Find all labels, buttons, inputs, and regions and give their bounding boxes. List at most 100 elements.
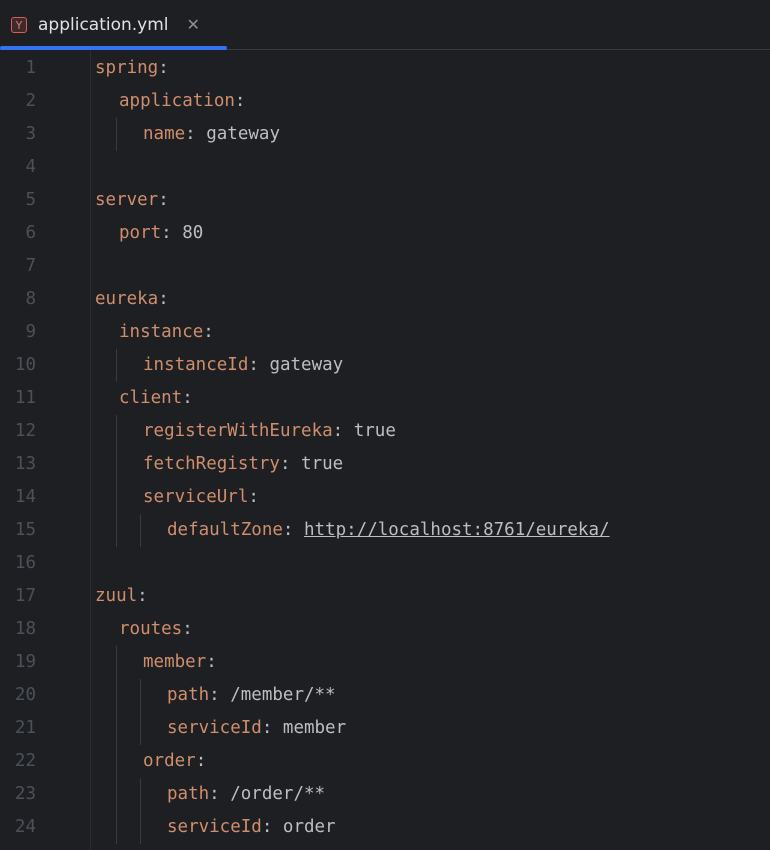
- yaml-key: path: [167, 685, 210, 705]
- yaml-value: /order/**: [230, 784, 326, 804]
- yaml-colon: :: [332, 421, 354, 441]
- code-text: routes:: [119, 613, 193, 646]
- line-number: 5: [25, 190, 36, 210]
- yaml-key: instance: [119, 322, 204, 342]
- code-line[interactable]: 6 port: 80: [0, 217, 770, 250]
- yaml-key: member: [143, 652, 207, 672]
- code-text: path: /order/**: [167, 778, 325, 811]
- yaml-value: member: [282, 718, 347, 738]
- yaml-colon: :: [261, 718, 283, 738]
- code-text: path: /member/**: [167, 679, 336, 712]
- line-number: 11: [14, 388, 36, 408]
- code-line[interactable]: 9 instance:: [0, 316, 770, 349]
- yaml-colon: :: [185, 124, 207, 144]
- yaml-value: gateway: [269, 355, 344, 375]
- yaml-key: registerWithEureka: [143, 421, 333, 441]
- yaml-key: port: [119, 223, 162, 243]
- line-number: 4: [25, 157, 36, 177]
- yaml-key: spring: [95, 58, 159, 78]
- code-editor[interactable]: 1 spring: 2 application: 3 name: gateway 4 5 ser…: [0, 50, 770, 850]
- yaml-key: serviceId: [167, 718, 262, 738]
- indent-guide: [140, 514, 141, 547]
- line-number: 14: [14, 487, 36, 507]
- line-number: 20: [14, 685, 36, 705]
- line-number: 1: [25, 58, 36, 78]
- close-icon[interactable]: ✕: [187, 15, 200, 34]
- yaml-file-icon: Y: [11, 16, 27, 33]
- tab-title: application.yml: [38, 14, 169, 35]
- yaml-value: order: [282, 817, 336, 837]
- yaml-colon: :: [279, 454, 302, 474]
- yaml-value: true: [301, 454, 344, 474]
- code-text: client:: [119, 382, 193, 415]
- line-number: 6: [25, 223, 36, 243]
- yaml-colon: :: [195, 751, 207, 771]
- yaml-key: serviceUrl: [143, 487, 249, 507]
- indent-guide: [140, 679, 141, 745]
- yaml-colon: :: [209, 784, 231, 804]
- yaml-key: order: [143, 751, 196, 771]
- yaml-key: name: [143, 124, 186, 144]
- indent-guide: [116, 118, 117, 151]
- yaml-key: serviceId: [167, 817, 262, 837]
- line-number: 13: [14, 454, 36, 474]
- code-line[interactable]: 17 zuul:: [0, 580, 770, 613]
- yaml-colon: :: [158, 289, 169, 309]
- line-number: 3: [25, 124, 36, 144]
- code-text: zuul:: [95, 580, 148, 613]
- code-line[interactable]: 1 spring:: [0, 52, 770, 85]
- line-number: 16: [14, 553, 36, 573]
- indent-guide: [116, 415, 117, 547]
- yaml-colon: :: [248, 355, 270, 375]
- code-line[interactable]: 11 client:: [0, 382, 770, 415]
- yaml-key: fetchRegistry: [143, 454, 280, 474]
- line-number: 22: [14, 751, 36, 771]
- code-text: serviceUrl:: [143, 481, 259, 514]
- line-number: 18: [14, 619, 36, 639]
- yaml-colon: :: [248, 487, 259, 507]
- yaml-key: server: [95, 190, 159, 210]
- yaml-colon: :: [203, 322, 214, 342]
- yaml-key: eureka: [95, 289, 159, 309]
- yaml-value: true: [353, 421, 396, 441]
- tab-application-yml[interactable]: Y application.yml ✕: [0, 0, 227, 50]
- code-text: fetchRegistry: true: [143, 448, 343, 481]
- yaml-colon: :: [206, 652, 217, 672]
- code-text: registerWithEureka: true: [143, 415, 396, 448]
- code-text: name: gateway: [143, 118, 280, 151]
- line-number: 24: [14, 817, 36, 837]
- code-line[interactable]: 8 eureka:: [0, 283, 770, 316]
- code-line[interactable]: 16: [0, 547, 770, 580]
- code-text: member:: [143, 646, 217, 679]
- code-line[interactable]: 7: [0, 250, 770, 283]
- line-number: 8: [25, 289, 36, 309]
- line-number: 15: [14, 520, 36, 540]
- code-line[interactable]: 5 server:: [0, 184, 770, 217]
- indent-guide: [140, 778, 141, 844]
- line-number: 10: [14, 355, 36, 375]
- line-number: 19: [14, 652, 36, 672]
- code-text: instance:: [119, 316, 214, 349]
- code-text: serviceId: member: [167, 712, 346, 745]
- code-line[interactable]: 18 routes:: [0, 613, 770, 646]
- yaml-colon: :: [161, 223, 183, 243]
- code-text: instanceId: gateway: [143, 349, 343, 382]
- yaml-value: 80: [182, 223, 204, 243]
- line-number: 23: [14, 784, 36, 804]
- code-line[interactable]: 2 application:: [0, 85, 770, 118]
- yaml-colon: :: [182, 619, 193, 639]
- code-text: order:: [143, 745, 206, 778]
- code-line[interactable]: 4: [0, 151, 770, 184]
- yaml-key: client: [119, 388, 183, 408]
- yaml-colon: :: [234, 91, 246, 111]
- url-link[interactable]: http://localhost:8761/eureka/: [304, 520, 610, 540]
- yaml-colon: :: [261, 817, 283, 837]
- code-text: serviceId: order: [167, 811, 336, 844]
- yaml-colon: :: [158, 58, 169, 78]
- yaml-key: path: [167, 784, 210, 804]
- yaml-value: gateway: [206, 124, 280, 144]
- yaml-colon: :: [209, 685, 231, 705]
- code-text: spring:: [95, 52, 169, 85]
- indent-guide: [116, 349, 117, 382]
- yaml-value: /member/**: [230, 685, 336, 705]
